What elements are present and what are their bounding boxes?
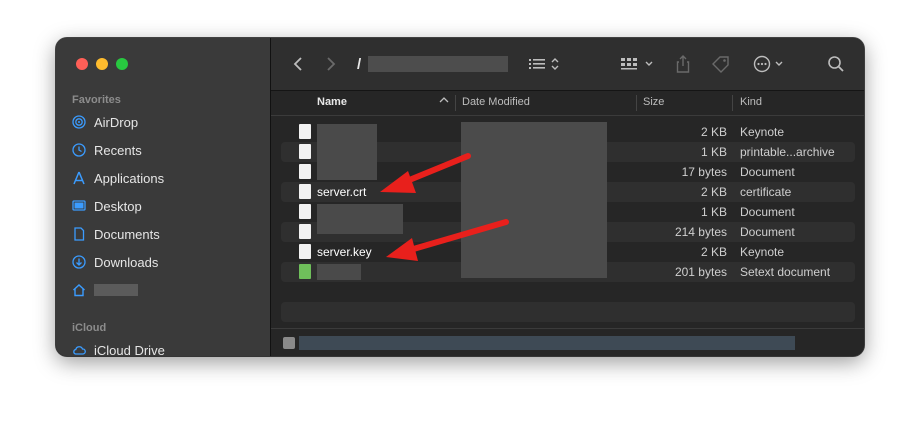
annotation-arrow-server-key	[386, 219, 509, 261]
annotation-arrow-server-crt	[380, 153, 471, 193]
annotation-arrows	[380, 153, 509, 261]
